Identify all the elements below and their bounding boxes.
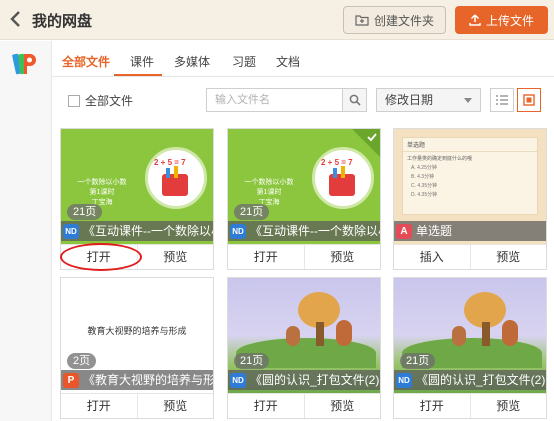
search-input[interactable] bbox=[207, 89, 343, 111]
chevron-down-icon bbox=[464, 98, 472, 103]
search-box bbox=[206, 88, 367, 112]
app-logo-icon bbox=[12, 53, 36, 75]
file-name: 《圆的认识_打包文件(2)》 bbox=[394, 370, 546, 390]
folder-plus-icon bbox=[355, 15, 369, 26]
preview-button[interactable]: 预览 bbox=[136, 245, 214, 269]
file-name: 单选题 bbox=[394, 221, 546, 241]
card-actions: 插入 预览 bbox=[394, 244, 547, 269]
select-all-checkbox[interactable] bbox=[68, 94, 80, 107]
open-button[interactable]: 打开 bbox=[228, 394, 304, 418]
slide-title: 一个数除以小数 bbox=[77, 179, 127, 186]
page-count-badge: 21页 bbox=[400, 353, 436, 369]
preview-button[interactable]: 预览 bbox=[136, 394, 214, 418]
doc-title: 教育大视野的培养与形成 bbox=[87, 326, 187, 336]
preview-button[interactable]: 预览 bbox=[469, 394, 547, 418]
file-name: 《圆的认识_打包文件(2)》 bbox=[228, 370, 380, 390]
card-actions: 打开 预览 bbox=[228, 244, 381, 269]
character-illustration bbox=[336, 320, 352, 346]
file-card[interactable]: 21页 《圆的认识_打包文件(2)》 ND 打开 预览 bbox=[393, 277, 547, 419]
list-view-button[interactable] bbox=[490, 88, 514, 112]
page-count-badge: 2页 bbox=[67, 353, 97, 369]
tab-courseware[interactable]: 课件 bbox=[130, 53, 154, 70]
upload-icon bbox=[469, 14, 481, 26]
slide-illustration: 2 + 5 = 7 bbox=[145, 147, 207, 209]
upload-file-button[interactable]: 上传文件 bbox=[455, 6, 548, 34]
grid-icon bbox=[523, 94, 535, 106]
slide-equation: 2 + 5 = 7 bbox=[321, 158, 353, 167]
quiz-option: C. 4.35分钟 bbox=[411, 183, 438, 189]
page-count-badge: 21页 bbox=[234, 353, 270, 369]
create-folder-button[interactable]: 创建文件夹 bbox=[343, 6, 446, 34]
grid-view-button[interactable] bbox=[517, 88, 541, 112]
page-count-badge: 21页 bbox=[67, 204, 103, 220]
sort-dropdown[interactable]: 修改日期 bbox=[376, 88, 481, 112]
tab-documents[interactable]: 文档 bbox=[276, 53, 300, 70]
list-icon bbox=[496, 95, 508, 105]
slide-subtitle: 第1课时 bbox=[256, 189, 282, 196]
active-tab-indicator bbox=[114, 74, 162, 76]
preview-button[interactable]: 预览 bbox=[303, 394, 381, 418]
preview-button[interactable]: 预览 bbox=[303, 245, 381, 269]
left-rail bbox=[0, 41, 52, 421]
page-title: 我的网盘 bbox=[32, 13, 93, 30]
file-card[interactable]: 一个数除以小数 第1课时 丁宝海 2 + 5 = 7 21页 《互动课件--一个… bbox=[227, 128, 381, 270]
card-actions: 打开 预览 bbox=[228, 393, 381, 418]
file-name: 《互动课件--一个数除以小数》 bbox=[228, 221, 380, 241]
search-button[interactable] bbox=[342, 89, 366, 111]
open-button[interactable]: 打开 bbox=[228, 245, 304, 269]
file-card[interactable]: 单选题 工作量类的确定到底什么的哦 A. 4.25分钟 B. 4.3分钟 C. … bbox=[393, 128, 547, 270]
select-all-label: 全部文件 bbox=[85, 94, 134, 108]
highlight-ring bbox=[60, 243, 142, 271]
tab-all-files[interactable]: 全部文件 bbox=[62, 53, 110, 70]
sort-label: 修改日期 bbox=[385, 93, 434, 107]
quiz-preview: 单选题 工作量类的确定到底什么的哦 A. 4.25分钟 B. 4.3分钟 C. … bbox=[402, 137, 538, 215]
synced-corner-icon bbox=[352, 129, 380, 157]
quiz-question: 工作量类的确定到底什么的哦 bbox=[407, 156, 473, 162]
card-actions: 打开 预览 bbox=[394, 393, 547, 418]
nd-type-icon: ND bbox=[63, 224, 79, 239]
nd-type-icon: ND bbox=[396, 373, 412, 388]
search-icon bbox=[349, 94, 361, 106]
slide-subtitle: 第1课时 bbox=[89, 189, 115, 196]
upload-label: 上传文件 bbox=[485, 13, 534, 28]
file-name: 《教育大视野的培养与形成》 bbox=[61, 370, 213, 390]
nd-type-icon: ND bbox=[230, 224, 246, 239]
card-actions: 打开 预览 bbox=[61, 393, 214, 418]
file-card[interactable]: 教育大视野的培养与形成 2页 《教育大视野的培养与形成》 P 打开 预览 bbox=[60, 277, 214, 419]
quiz-option: D. 4.35分钟 bbox=[411, 192, 438, 198]
back-arrow-icon[interactable] bbox=[8, 10, 24, 28]
quiz-option: B. 4.3分钟 bbox=[411, 174, 435, 180]
select-all[interactable]: 全部文件 bbox=[68, 92, 133, 109]
open-button[interactable]: 打开 bbox=[61, 394, 137, 418]
page-count-badge: 21页 bbox=[234, 204, 270, 220]
slide-title: 一个数除以小数 bbox=[244, 179, 294, 186]
nd-type-icon: ND bbox=[230, 373, 246, 388]
category-tabs: 全部文件 课件 多媒体 习题 文档 bbox=[52, 41, 554, 77]
insert-button[interactable]: 插入 bbox=[394, 245, 470, 269]
slide-equation: 2 + 5 = 7 bbox=[154, 158, 186, 167]
ppt-type-icon: P bbox=[63, 373, 79, 388]
file-card[interactable]: 21页 《圆的认识_打包文件(2)》 ND 打开 预览 bbox=[227, 277, 381, 419]
header-bar: 我的网盘 创建文件夹 上传文件 bbox=[0, 0, 554, 40]
create-folder-label: 创建文件夹 bbox=[373, 13, 434, 28]
file-name: 《互动课件--一个数除以小数》 bbox=[61, 221, 213, 241]
preview-button[interactable]: 预览 bbox=[469, 245, 547, 269]
character-illustration bbox=[502, 320, 518, 346]
quiz-header: 单选题 bbox=[403, 138, 537, 152]
exercise-type-icon: A bbox=[396, 224, 412, 239]
tab-exercises[interactable]: 习题 bbox=[232, 53, 256, 70]
quiz-option: A. 4.25分钟 bbox=[411, 165, 437, 171]
tab-multimedia[interactable]: 多媒体 bbox=[174, 53, 210, 70]
open-button[interactable]: 打开 bbox=[394, 394, 470, 418]
